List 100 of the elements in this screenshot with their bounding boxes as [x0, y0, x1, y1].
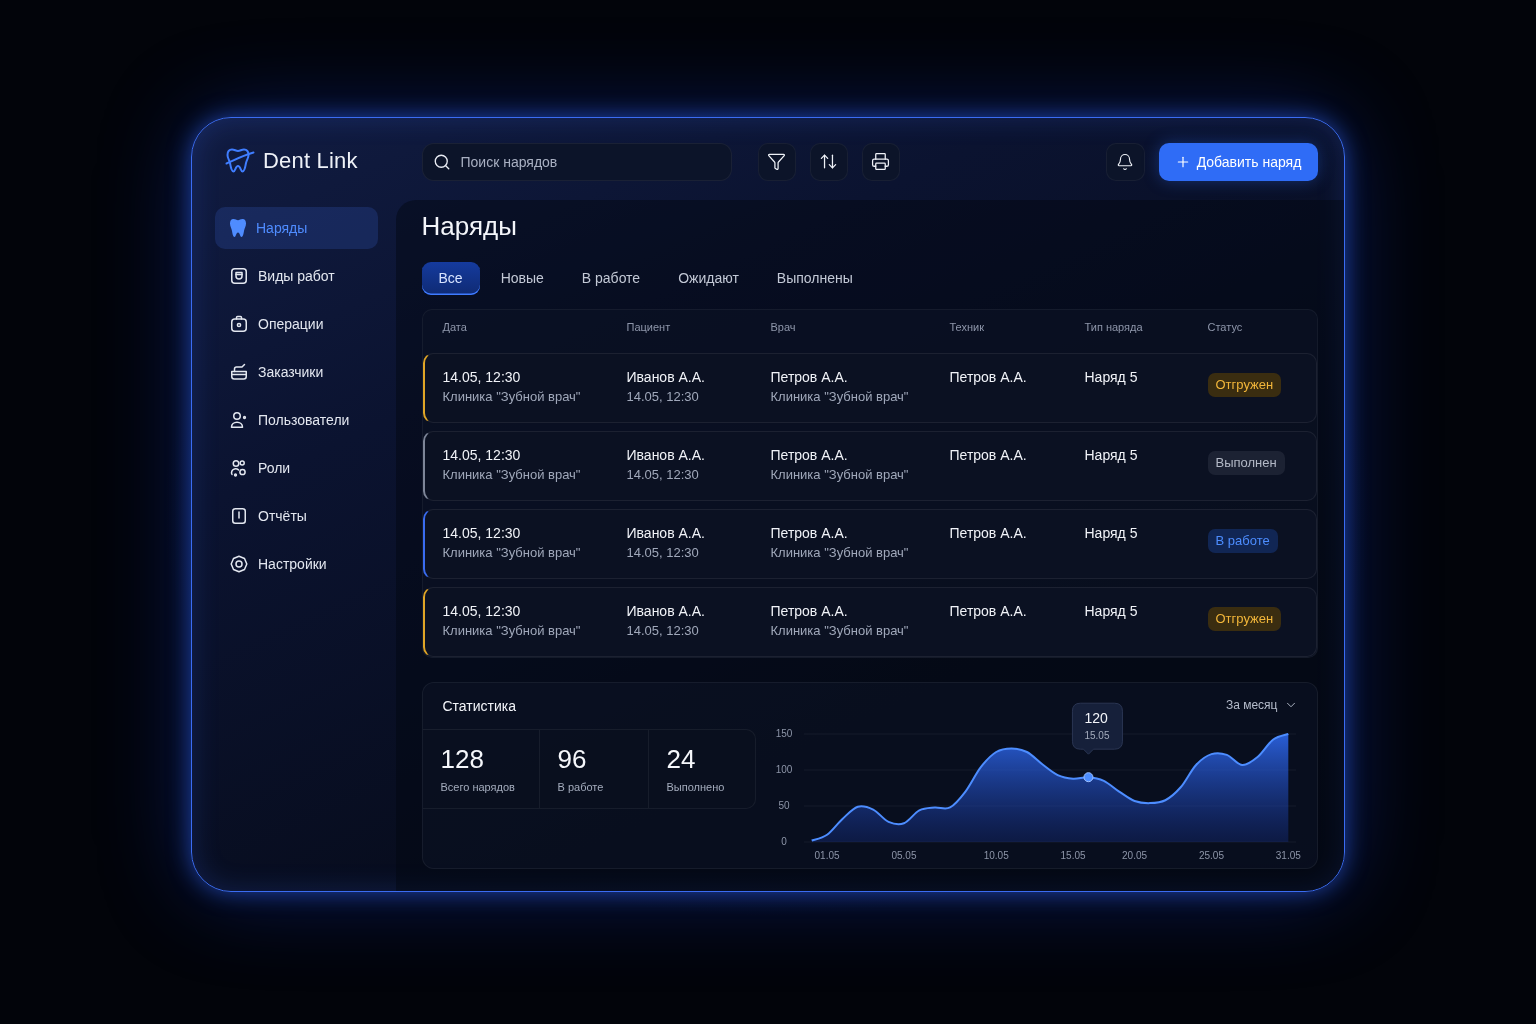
basket-icon	[229, 362, 249, 382]
doctor-name: Петров А.А.	[770, 601, 848, 621]
tooltip-date: 15.05	[1083, 729, 1109, 741]
bell-icon	[1116, 152, 1134, 171]
axis-label: 20.05	[1121, 849, 1147, 861]
patient-date: 14.05, 12:30	[626, 465, 699, 484]
order-type: Наряд 5	[1084, 445, 1138, 465]
clinic-text: Клиника "Зубной врач"	[442, 543, 581, 562]
order-type: Наряд 5	[1084, 523, 1138, 543]
add-order-button[interactable]: Добавить наряд	[1158, 142, 1318, 181]
period-dropdown[interactable]: За месяц	[1225, 692, 1298, 717]
axis-label: 15.05	[1060, 849, 1086, 861]
search-field[interactable]: Поиск нарядов	[421, 142, 732, 181]
patient-name: Иванов А.А.	[626, 367, 705, 387]
date-text: 14.05, 12:30	[442, 445, 521, 465]
printer-icon	[871, 152, 890, 171]
date-text: 14.05, 12:30	[442, 601, 521, 621]
tab[interactable]: В работе	[564, 261, 658, 295]
patient-name: Иванов А.А.	[626, 523, 705, 543]
axis-label: 0	[780, 835, 787, 847]
doctor-clinic: Клиника "Зубной врач"	[770, 387, 909, 406]
patient-date: 14.05, 12:30	[626, 387, 699, 406]
axis-label: 10.05	[983, 849, 1009, 861]
tooth-logo-icon	[225, 147, 255, 175]
column-header: Дата	[442, 321, 467, 333]
chart-tooltip	[1071, 702, 1123, 755]
technician-name: Петров А.А.	[949, 601, 1027, 621]
nav-item[interactable]: Настройки	[215, 543, 378, 585]
stat-value: 24	[666, 743, 696, 774]
date-text: 14.05, 12:30	[442, 367, 521, 387]
stat-value: 96	[557, 743, 587, 774]
clinic-text: Клиника "Зубной врач"	[442, 465, 581, 484]
nav-item[interactable]: Операции	[215, 303, 378, 345]
tooth-icon	[229, 218, 247, 238]
column-header: Врач	[770, 321, 796, 333]
technician-name: Петров А.А.	[949, 523, 1027, 543]
column-header: Статус	[1207, 321, 1243, 333]
status-badge: Отгружен	[1207, 606, 1282, 631]
axis-label: 05.05	[890, 849, 916, 861]
patient-date: 14.05, 12:30	[626, 543, 699, 562]
clinic-text: Клиника "Зубной врач"	[442, 621, 581, 640]
clinic-text: Клиника "Зубной врач"	[442, 387, 581, 406]
nav-item[interactable]: Отчёты	[215, 495, 378, 537]
filter-button[interactable]	[757, 142, 796, 181]
report-icon	[229, 506, 249, 526]
stat-value: 128	[440, 743, 484, 774]
axis-label: 25.05	[1198, 849, 1224, 861]
nav-item[interactable]: Пользователи	[215, 399, 378, 441]
people-icon	[229, 458, 249, 478]
column-header: Пациент	[626, 321, 671, 333]
doctor-clinic: Клиника "Зубной врач"	[770, 621, 909, 640]
table-row[interactable]: 14.05, 12:30 Клиника "Зубной врач" Иванов А.А. 14.05, 12:30 Петров А.А. Клиника "Зубной врач" Петров А.А. Наряд 5 Выполнен	[422, 430, 1317, 501]
order-type: Наряд 5	[1084, 367, 1138, 387]
stat-label: В работе	[557, 779, 604, 794]
table-row[interactable]: 14.05, 12:30 Клиника "Зубной врач" Иванов А.А. 14.05, 12:30 Петров А.А. Клиника "Зубной врач" Петров А.А. Наряд 5 Отгружен	[422, 586, 1317, 657]
nav-item[interactable]: Роли	[215, 447, 378, 489]
notifications-button[interactable]	[1105, 142, 1145, 181]
axis-label: 50	[777, 799, 790, 811]
status-badge: Отгружен	[1207, 372, 1282, 397]
doctor-name: Петров А.А.	[770, 523, 848, 543]
chart-marker	[1082, 771, 1093, 782]
technician-name: Петров А.А.	[949, 367, 1027, 387]
patient-name: Иванов А.А.	[626, 445, 705, 465]
doctor-name: Петров А.А.	[770, 445, 848, 465]
tab[interactable]: Новые	[483, 261, 561, 295]
status-badge: Выполнен	[1207, 450, 1285, 475]
tab[interactable]: Выполнены	[759, 261, 870, 295]
search-icon	[432, 152, 451, 171]
axis-label: 31.05	[1275, 849, 1301, 861]
nav-item[interactable]: Заказчики	[215, 351, 378, 393]
patient-date: 14.05, 12:30	[626, 621, 699, 640]
funnel-icon	[767, 152, 786, 171]
gear-icon	[229, 554, 249, 574]
date-text: 14.05, 12:30	[442, 523, 521, 543]
print-button[interactable]	[861, 142, 900, 181]
tooltip-value: 120	[1083, 709, 1108, 726]
user-icon	[229, 410, 249, 430]
doctor-clinic: Клиника "Зубной врач"	[770, 465, 909, 484]
patient-name: Иванов А.А.	[626, 601, 705, 621]
doctor-clinic: Клиника "Зубной врач"	[770, 543, 909, 562]
tab[interactable]: Все	[421, 261, 480, 295]
page-title: Наряды	[421, 209, 518, 242]
axis-label: 01.05	[814, 849, 840, 861]
nav-item[interactable]: Наряды	[215, 207, 378, 249]
sort-button[interactable]	[809, 142, 848, 181]
logo-text: Dent Link	[263, 148, 358, 174]
column-header: Техник	[949, 321, 984, 333]
table-row[interactable]: 14.05, 12:30 Клиника "Зубной врач" Иванов А.А. 14.05, 12:30 Петров А.А. Клиника "Зубной врач" Петров А.А. Наряд 5 Отгружен	[422, 352, 1317, 423]
column-header: Тип наряда	[1084, 321, 1143, 333]
tab[interactable]: Ожидают	[661, 261, 756, 295]
doctor-name: Петров А.А.	[770, 367, 848, 387]
stat-label: Выполнено	[666, 779, 725, 794]
section-title: Статистика	[442, 696, 517, 716]
technician-name: Петров А.А.	[949, 445, 1027, 465]
nav-item[interactable]: Виды работ	[215, 255, 378, 297]
document-icon	[229, 266, 249, 286]
axis-label: 150	[775, 727, 792, 739]
bag-icon	[229, 314, 249, 334]
stat-label: Всего нарядов	[440, 779, 515, 794]
table-row[interactable]: 14.05, 12:30 Клиника "Зубной врач" Иванов А.А. 14.05, 12:30 Петров А.А. Клиника "Зубной врач" Петров А.А. Наряд 5 В работе	[422, 508, 1317, 579]
